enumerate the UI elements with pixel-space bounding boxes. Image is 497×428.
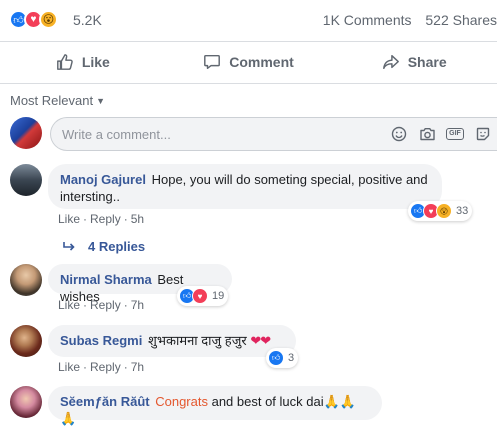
love-reaction-icon: ♥ [192,288,208,304]
gif-icon[interactable]: GIF [441,125,469,143]
reaction-count: 19 [212,290,225,302]
comment-reply-link[interactable]: Reply [90,298,121,312]
comments-count-link[interactable]: 1K Comments [323,12,412,28]
avatar[interactable] [10,386,42,418]
comment-author[interactable]: Manoj Gajurel [60,172,146,187]
comment-button-label: Comment [229,54,294,70]
tagged-word[interactable]: Congrats [155,394,208,409]
camera-icon[interactable] [413,125,441,143]
replies-label: 4 Replies [88,239,146,254]
avatar[interactable] [10,264,42,296]
divider [0,83,497,84]
comment-author[interactable]: Subas Regmi [60,333,142,348]
comment-reactions[interactable]: 👍︎ ♥ 😮︎ 33 [408,201,473,221]
comment-like-link[interactable]: Like [58,212,80,226]
comment-meta: Like · Reply · 7h [58,360,145,374]
share-button[interactable]: Share [331,44,497,80]
comment-timestamp[interactable]: 7h [131,360,144,374]
heart-emoji: ❤❤ [250,333,271,348]
comment-text-continued: intersting.. [60,189,120,204]
share-arrow-icon [382,54,399,70]
emoji-icon[interactable] [385,125,413,143]
post-action-bar: Like Comment Share [0,44,497,80]
reaction-icons[interactable]: 👍︎ ♥ 😮︎ [9,10,58,29]
comment-like-link[interactable]: Like [58,298,80,312]
reaction-count: 3 [288,352,295,364]
comment-reply-link[interactable]: Reply [90,212,121,226]
like-button[interactable]: Like [0,44,166,80]
comment-reactions[interactable]: 👍︎ ♥ 19 [177,286,229,306]
caret-down-icon: ▼ [96,96,106,106]
comment-meta: Like · Reply · 5h [58,212,145,226]
share-button-label: Share [407,54,447,70]
like-button-label: Like [81,54,110,70]
comment-composer[interactable]: Write a comment... GIF [50,117,497,151]
wow-reaction-icon: 😮︎ [39,10,58,29]
like-reaction-icon: 👍︎ [268,350,284,366]
reaction-summary-bar: 👍︎ ♥ 😮︎ 5.2K 1K Comments 522 Shares [0,0,497,40]
comment-text: शुभकामना दाजु हजुर [147,333,247,348]
comment-icon [204,54,221,70]
wow-reaction-icon: 😮︎ [436,203,452,219]
avatar[interactable] [10,164,42,196]
thumbs-up-icon [56,54,73,70]
comment-reactions[interactable]: 👍︎ 3 [266,348,299,368]
sort-label: Most Relevant [10,93,94,108]
comment-sort-dropdown[interactable]: Most Relevant ▼ [10,93,105,108]
sticker-icon[interactable] [469,125,497,143]
comment-author[interactable]: Sĕemƒăn Răût [60,394,150,409]
shares-count-link[interactable]: 522 Shares [425,12,497,28]
comment-author[interactable]: Nirmal Sharma [60,272,152,287]
comment-bubble: Sĕemƒăn Răût Congrats and best of luck d… [48,386,382,426]
reply-arrow-icon [63,241,75,251]
reaction-count: 33 [456,205,469,217]
composer-placeholder: Write a comment... [62,127,171,142]
comment-timestamp[interactable]: 7h [131,298,144,312]
gif-label: GIF [446,128,464,140]
comment-bubble: Subas Regmi शुभकामना दाजु हजुर ❤❤ [48,325,296,357]
comment-bubble: Manoj Gajurel Hope, you will do someting… [48,164,442,209]
avatar[interactable] [10,325,42,357]
comment-text: Hope, you will do someting special, posi… [151,172,428,187]
comment-meta: Like · Reply · 7h [58,298,145,312]
view-replies-link[interactable]: 4 Replies [62,239,145,254]
post-stats: 1K Comments 522 Shares [323,12,497,28]
comment-reply-link[interactable]: Reply [90,360,121,374]
comment-button[interactable]: Comment [166,44,332,80]
comment-text: and best of luck dai [211,394,324,409]
divider [0,41,497,42]
composer-tools: GIF [385,125,497,143]
comment-timestamp[interactable]: 5h [131,212,144,226]
current-user-avatar[interactable] [10,117,42,149]
reaction-count[interactable]: 5.2K [73,12,102,28]
comment-like-link[interactable]: Like [58,360,80,374]
